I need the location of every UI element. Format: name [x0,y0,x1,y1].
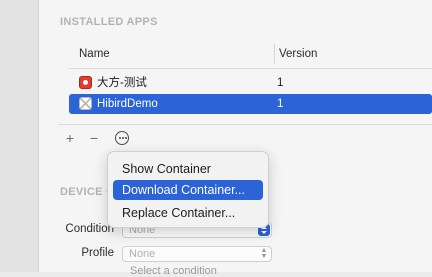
table-row[interactable]: 大方-测试 1 [69,73,432,93]
profile-value: None [129,248,156,260]
profile-label: Profile [81,247,114,259]
red-app-icon [79,76,92,89]
column-header-version[interactable]: Version [279,40,317,68]
context-menu: Show Container Download Container... Rep… [107,151,269,228]
remove-app-button[interactable]: − [86,130,102,146]
condition-label: Condition [65,223,114,235]
table-row-selected[interactable]: HibirdDemo 1 [69,94,432,114]
dot [118,137,121,139]
app-version: 1 [277,98,284,110]
column-header-name[interactable]: Name [79,40,110,68]
dot [121,137,124,139]
chevron-updown-icon: ▲ ▼ [260,247,268,260]
profile-select[interactable]: None ▲ ▼ [122,246,272,262]
table-divider [58,124,432,125]
app-name: 大方-测试 [97,77,147,89]
condition-hint: Select a condition [130,265,217,277]
apps-table-header: Name Version [68,40,432,69]
column-divider [274,44,275,64]
sidebar-gutter [0,0,39,272]
menu-item-show-container[interactable]: Show Container [113,159,263,179]
app-version: 1 [277,77,284,89]
add-app-button[interactable]: + [62,130,78,146]
dot [124,137,127,139]
app-name: HibirdDemo [97,98,158,110]
placeholder-app-icon [79,97,92,110]
menu-item-download-container[interactable]: Download Container... [113,180,263,200]
installed-apps-title: INSTALLED APPS [60,16,158,28]
menu-item-replace-container[interactable]: Replace Container... [113,203,263,223]
more-actions-icon[interactable] [115,131,129,145]
